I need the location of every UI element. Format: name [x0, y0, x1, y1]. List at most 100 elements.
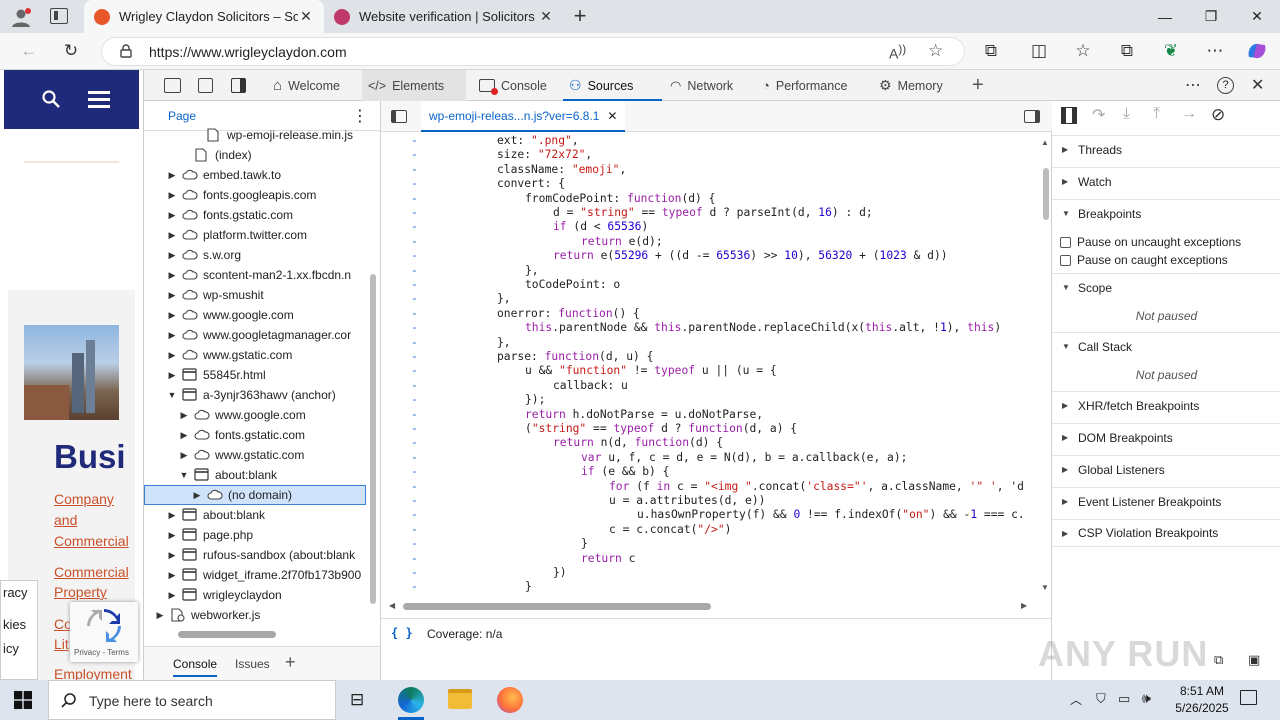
expand-arrow-icon[interactable]: ▶: [178, 450, 190, 461]
deactivate-breakpoints-icon[interactable]: ⊘: [1211, 105, 1225, 125]
add-drawer-tab-icon[interactable]: +: [285, 652, 296, 673]
close-tab-icon[interactable]: ✕: [538, 8, 554, 25]
line-gutter-marker[interactable]: -: [411, 163, 418, 177]
tab-actions-icon[interactable]: [50, 8, 68, 24]
line-gutter-marker[interactable]: -: [411, 264, 418, 278]
tree-item[interactable]: ▶ 55845r.html: [144, 365, 366, 385]
taskbar-search[interactable]: Type here to search: [48, 680, 336, 720]
expand-arrow-icon[interactable]: ▶: [166, 250, 178, 261]
split-screen-icon[interactable]: ◫: [1024, 36, 1054, 66]
tree-item[interactable]: wp-emoji-release.min.js: [144, 127, 366, 145]
section-dom-breakpoints[interactable]: ▶ DOM Breakpoints: [1052, 423, 1280, 451]
tree-item[interactable]: ▶ page.php: [144, 525, 366, 545]
line-gutter-marker[interactable]: -: [411, 249, 418, 263]
more-menu-icon[interactable]: ⋯: [1200, 36, 1230, 66]
favorite-star-icon[interactable]: ☆: [928, 41, 943, 61]
line-gutter-marker[interactable]: -: [411, 580, 418, 592]
expand-arrow-icon[interactable]: ▶: [166, 550, 178, 561]
line-gutter-marker[interactable]: -: [411, 436, 418, 450]
new-tab-button[interactable]: +: [568, 3, 592, 29]
more-tools-icon[interactable]: ⋯: [1185, 75, 1201, 95]
notifications-icon[interactable]: [1240, 690, 1257, 705]
line-gutter-marker[interactable]: -: [411, 451, 418, 465]
line-gutter-marker[interactable]: -: [411, 307, 418, 321]
tree-item[interactable]: ▼ a-3ynjr363hawv (anchor): [144, 385, 366, 405]
line-gutter-marker[interactable]: -: [411, 192, 418, 206]
tree-item[interactable]: ▶ (no domain): [144, 485, 366, 505]
search-icon[interactable]: [42, 90, 60, 108]
line-gutter-marker[interactable]: -: [411, 508, 418, 522]
editor-tab-file[interactable]: wp-emoji-releas...n.js?ver=6.8.1 ✕: [421, 101, 626, 132]
step-icon[interactable]: →: [1181, 105, 1197, 123]
tree-item[interactable]: ▶ scontent-man2-1.xx.fbcdn.n: [144, 265, 366, 285]
windows-start-icon[interactable]: [14, 691, 32, 709]
restore-icon[interactable]: ❐: [1188, 0, 1234, 33]
expand-arrow-icon[interactable]: ▶: [166, 570, 178, 581]
line-gutter-marker[interactable]: -: [411, 422, 418, 436]
tab-page[interactable]: Page: [168, 109, 196, 123]
expand-arrow-icon[interactable]: ▶: [166, 350, 178, 361]
tab-sources[interactable]: ⚇ Sources: [563, 70, 662, 101]
tray-security-icon[interactable]: ⛉: [1096, 691, 1106, 707]
toggle-navigator-icon[interactable]: [391, 110, 407, 123]
section-watch[interactable]: ▶ Watch: [1052, 167, 1280, 195]
expand-arrow-icon[interactable]: ▶: [191, 490, 203, 501]
link-property[interactable]: Property: [54, 584, 107, 600]
line-gutter-marker[interactable]: -: [411, 537, 418, 551]
tree-item[interactable]: ▶ www.gstatic.com: [144, 445, 366, 465]
tab-memory[interactable]: ⚙ Memory: [873, 70, 949, 101]
horizontal-scrollbar[interactable]: [164, 630, 354, 638]
tab-welcome[interactable]: ⌂ Welcome: [267, 70, 346, 101]
tree-item[interactable]: ▶ www.gstatic.com: [144, 345, 366, 365]
link-lit[interactable]: Lit: [54, 636, 69, 652]
code-vscroll[interactable]: ▲ ▼: [1041, 138, 1051, 598]
add-panel-icon[interactable]: +: [972, 74, 984, 97]
link-commercial-property[interactable]: Commercial: [54, 564, 129, 580]
recaptcha-badge[interactable]: Privacy - Terms: [70, 602, 138, 662]
link-employment[interactable]: Employment: [54, 666, 132, 680]
line-gutter-marker[interactable]: -: [411, 566, 418, 580]
line-gutter-marker[interactable]: -: [411, 480, 418, 494]
line-gutter-marker[interactable]: -: [411, 350, 418, 364]
expand-arrow-icon[interactable]: ▶: [178, 430, 190, 441]
line-gutter-marker[interactable]: -: [411, 134, 418, 148]
checkbox-box[interactable]: [1060, 254, 1071, 266]
section-global-listeners[interactable]: ▶ Global Listeners: [1052, 455, 1280, 483]
device-emulation-icon[interactable]: [198, 78, 213, 93]
drawer-tab-issues[interactable]: Issues: [235, 657, 270, 671]
performance-icon[interactable]: ❦: [1156, 36, 1186, 66]
line-gutter-marker[interactable]: -: [411, 465, 418, 479]
tree-item[interactable]: ▶ widget_iframe.2f70fb173b900: [144, 565, 366, 585]
minimize-icon[interactable]: —: [1142, 0, 1188, 33]
line-gutter-marker[interactable]: -: [411, 364, 418, 378]
expand-arrow-icon[interactable]: ▶: [166, 530, 178, 541]
tab-elements[interactable]: </> Elements: [362, 70, 466, 101]
line-gutter-marker[interactable]: -: [411, 206, 418, 220]
tree-item[interactable]: ▼ about:blank: [144, 465, 366, 485]
expand-arrow-icon[interactable]: ▶: [166, 310, 178, 321]
step-into-icon[interactable]: ⤓: [1123, 105, 1130, 123]
line-gutter-marker[interactable]: -: [411, 523, 418, 537]
tab-wrigley[interactable]: Wrigley Claydon Solicitors – Solic ✕: [84, 0, 324, 33]
close-file-icon[interactable]: ✕: [607, 109, 617, 123]
tree-item[interactable]: ▶ rufous-sandbox (about:blank: [144, 545, 366, 565]
collapse-arrow-icon[interactable]: ▼: [178, 470, 190, 480]
line-gutter-marker[interactable]: -: [411, 552, 418, 566]
code-view[interactable]: - ext: ".png", - size: "72x72", - className: …: [381, 132, 1041, 592]
step-out-icon[interactable]: ⤒: [1153, 105, 1160, 123]
line-gutter-marker[interactable]: -: [411, 494, 418, 508]
expand-arrow-icon[interactable]: ▶: [166, 330, 178, 341]
drawer-tab-console[interactable]: Console: [173, 657, 218, 677]
tab-console[interactable]: Console: [473, 70, 553, 101]
link-company[interactable]: Company: [54, 491, 114, 507]
line-gutter-marker[interactable]: -: [411, 235, 418, 249]
tree-item[interactable]: ▶ www.google.com: [144, 305, 366, 325]
navigator-menu-icon[interactable]: ⋮: [352, 106, 368, 126]
tree-item[interactable]: ▶ fonts.gstatic.com: [144, 205, 366, 225]
back-icon[interactable]: ←: [14, 36, 44, 66]
line-gutter-marker[interactable]: -: [411, 220, 418, 234]
expand-arrow-icon[interactable]: ▶: [166, 230, 178, 241]
task-view-icon[interactable]: ⊟: [350, 690, 364, 710]
step-over-icon[interactable]: ↷: [1092, 105, 1105, 125]
expand-arrow-icon[interactable]: ▶: [166, 170, 178, 181]
